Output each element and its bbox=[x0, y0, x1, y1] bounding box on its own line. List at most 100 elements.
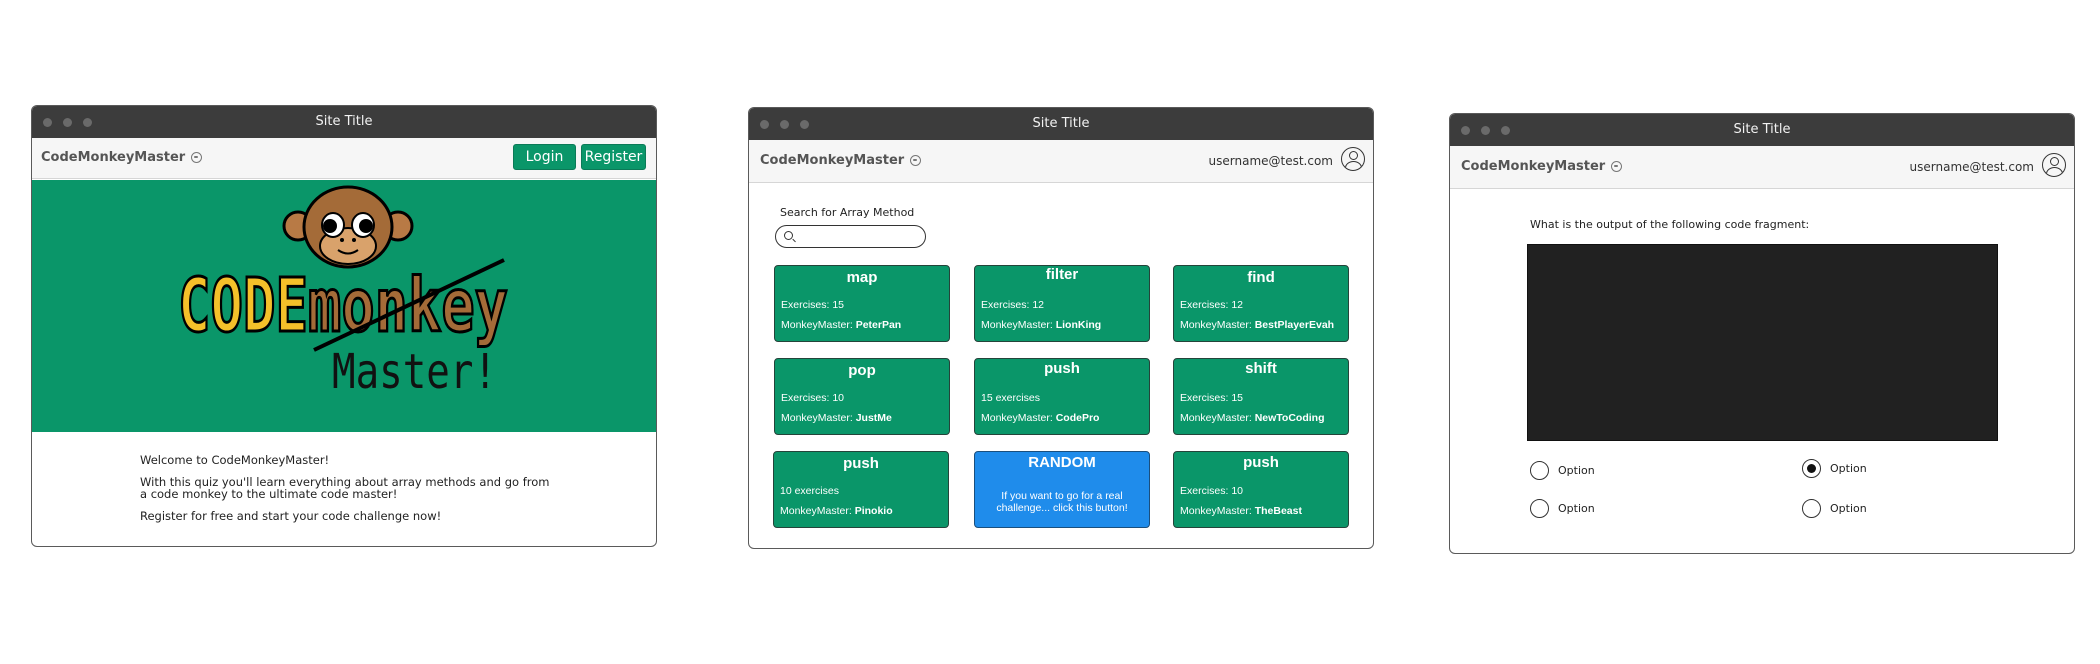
option-label: Option bbox=[1558, 464, 1595, 477]
search-box[interactable] bbox=[775, 225, 926, 248]
maximize-dot[interactable] bbox=[800, 120, 809, 129]
window-title: Site Title bbox=[1733, 122, 1791, 137]
user-email[interactable]: username@test.com bbox=[1209, 154, 1333, 168]
window-title: Site Title bbox=[315, 114, 373, 129]
answer-option[interactable]: Option bbox=[1530, 499, 1595, 518]
register-button[interactable]: Register bbox=[581, 144, 646, 170]
user-avatar-icon[interactable] bbox=[1341, 147, 1365, 171]
radio-button[interactable] bbox=[1802, 499, 1821, 518]
navbar: CodeMonkeyMaster username@test.com bbox=[1450, 146, 2074, 189]
question-text: What is the output of the following code… bbox=[1530, 218, 1810, 231]
search-label: Search for Array Method bbox=[780, 206, 915, 219]
card-exercises: Exercises: 15 bbox=[781, 299, 845, 311]
method-card-shift[interactable]: shift Exercises: 15 MonkeyMaster: NewToC… bbox=[1173, 358, 1349, 435]
card-monkeymaster: MonkeyMaster: BestPlayerEvah bbox=[1180, 319, 1335, 331]
method-card-map[interactable]: map Exercises: 15 MonkeyMaster: PeterPan bbox=[774, 265, 950, 342]
close-dot[interactable] bbox=[1461, 126, 1470, 135]
brand[interactable]: CodeMonkeyMaster bbox=[1461, 159, 1623, 174]
close-dot[interactable] bbox=[760, 120, 769, 129]
dashboard-window: Site Title CodeMonkeyMaster username@tes… bbox=[748, 107, 1374, 549]
logo-master: Master! bbox=[332, 344, 497, 400]
brand[interactable]: CodeMonkeyMaster bbox=[760, 153, 922, 168]
user-avatar-icon[interactable] bbox=[2042, 153, 2066, 177]
close-dot[interactable] bbox=[43, 118, 52, 127]
card-monkeymaster: MonkeyMaster: NewToCoding bbox=[1180, 412, 1325, 424]
card-title: push bbox=[1044, 360, 1080, 377]
card-exercises: Exercises: 12 bbox=[981, 299, 1045, 311]
welcome-line: Register for free and start your code ch… bbox=[140, 509, 442, 523]
card-monkeymaster: MonkeyMaster: Pinokio bbox=[780, 505, 893, 517]
random-challenge-button[interactable]: RANDOM If you want to go for a real chal… bbox=[974, 451, 1150, 528]
window-controls bbox=[760, 120, 809, 129]
window-controls bbox=[43, 118, 92, 127]
card-exercises: Exercises: 10 bbox=[1180, 485, 1244, 497]
card-title: find bbox=[1247, 269, 1275, 286]
option-label: Option bbox=[1558, 502, 1595, 515]
quiz-window: Site Title CodeMonkeyMaster username@tes… bbox=[1449, 113, 2075, 554]
navbar: CodeMonkeyMaster username@test.com bbox=[749, 140, 1373, 183]
card-monkeymaster: MonkeyMaster: JustMe bbox=[781, 412, 892, 424]
codemonkey-logo: CODE monkey Master! bbox=[177, 185, 510, 400]
monkey-icon bbox=[910, 155, 922, 166]
monkey-icon bbox=[191, 152, 203, 163]
radio-button[interactable] bbox=[1530, 461, 1549, 480]
method-card-push[interactable]: push 10 exercises MonkeyMaster: Pinokio bbox=[773, 451, 949, 528]
maximize-dot[interactable] bbox=[83, 118, 92, 127]
user-email[interactable]: username@test.com bbox=[1910, 160, 2034, 174]
option-label: Option bbox=[1830, 502, 1867, 515]
minimize-dot[interactable] bbox=[63, 118, 72, 127]
answer-option[interactable]: Option bbox=[1802, 459, 1867, 478]
title-bar: Site Title bbox=[1450, 114, 2074, 146]
card-monkeymaster: MonkeyMaster: PeterPan bbox=[781, 319, 902, 331]
card-title: filter bbox=[1045, 266, 1079, 283]
logo-code: CODE bbox=[178, 263, 308, 349]
method-card-push[interactable]: push 15 exercises MonkeyMaster: CodePro bbox=[974, 358, 1150, 435]
brand-name: CodeMonkeyMaster bbox=[1461, 159, 1606, 174]
title-bar: Site Title bbox=[749, 108, 1373, 140]
card-exercises: 15 exercises bbox=[981, 392, 1040, 404]
title-bar: Site Title bbox=[32, 106, 656, 138]
welcome-line: With this quiz you'll learn everything a… bbox=[140, 475, 550, 501]
window-title: Site Title bbox=[1032, 116, 1090, 131]
method-card-pop[interactable]: pop Exercises: 10 MonkeyMaster: JustMe bbox=[774, 358, 950, 435]
card-monkeymaster: MonkeyMaster: CodePro bbox=[981, 412, 1100, 424]
method-card-push[interactable]: push Exercises: 10 MonkeyMaster: TheBeas… bbox=[1173, 451, 1349, 528]
window-controls bbox=[1461, 126, 1510, 135]
monkey-mascot-icon bbox=[282, 185, 414, 269]
card-title: push bbox=[843, 455, 879, 472]
card-exercises: Exercises: 15 bbox=[1180, 392, 1244, 404]
random-description: If you want to go for a real challenge..… bbox=[996, 490, 1128, 514]
card-monkeymaster: MonkeyMaster: TheBeast bbox=[1180, 505, 1302, 517]
card-title: pop bbox=[848, 362, 876, 379]
method-card-find[interactable]: find Exercises: 12 MonkeyMaster: BestPla… bbox=[1173, 265, 1349, 342]
hero-banner: CODE monkey Master! bbox=[32, 180, 656, 432]
radio-button-selected[interactable] bbox=[1802, 459, 1821, 478]
login-button[interactable]: Login bbox=[513, 144, 576, 170]
brand-name: CodeMonkeyMaster bbox=[760, 153, 905, 168]
code-fragment-box bbox=[1527, 244, 1998, 441]
card-exercises: 10 exercises bbox=[780, 485, 839, 497]
answer-option[interactable]: Option bbox=[1802, 499, 1867, 518]
minimize-dot[interactable] bbox=[780, 120, 789, 129]
card-title: RANDOM bbox=[1028, 454, 1096, 471]
welcome-line: Welcome to CodeMonkeyMaster! bbox=[140, 453, 330, 467]
welcome-text: Welcome to CodeMonkeyMaster! With this q… bbox=[140, 454, 560, 532]
card-title: push bbox=[1243, 454, 1279, 471]
card-title: shift bbox=[1245, 360, 1277, 377]
card-monkeymaster: MonkeyMaster: LionKing bbox=[981, 319, 1102, 331]
radio-button[interactable] bbox=[1530, 499, 1549, 518]
monkey-icon bbox=[1611, 161, 1623, 172]
method-card-filter[interactable]: filter Exercises: 12 MonkeyMaster: LionK… bbox=[974, 265, 1150, 342]
maximize-dot[interactable] bbox=[1501, 126, 1510, 135]
minimize-dot[interactable] bbox=[1481, 126, 1490, 135]
navbar: CodeMonkeyMaster Login Register bbox=[32, 138, 656, 179]
brand-name: CodeMonkeyMaster bbox=[41, 150, 186, 165]
card-title: map bbox=[846, 269, 878, 286]
search-input[interactable] bbox=[798, 228, 922, 247]
card-exercises: Exercises: 12 bbox=[1180, 299, 1244, 311]
search-icon bbox=[784, 231, 793, 240]
brand[interactable]: CodeMonkeyMaster bbox=[41, 150, 203, 165]
landing-window: Site Title CodeMonkeyMaster Login Regist… bbox=[31, 105, 657, 547]
option-label: Option bbox=[1830, 462, 1867, 475]
answer-option[interactable]: Option bbox=[1530, 461, 1595, 480]
